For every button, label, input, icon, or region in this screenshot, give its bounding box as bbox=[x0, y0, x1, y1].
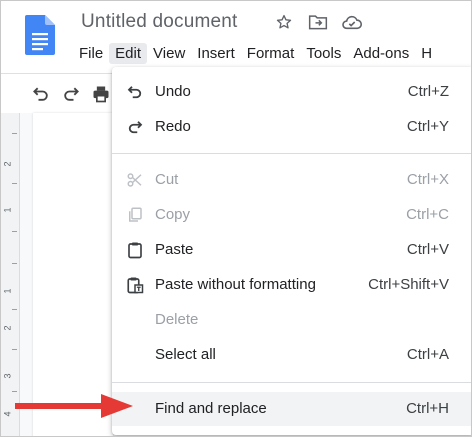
undo-icon bbox=[124, 81, 146, 103]
menu-item-undo[interactable]: Undo Ctrl+Z bbox=[112, 75, 471, 109]
menu-divider bbox=[112, 153, 471, 154]
menu-file[interactable]: File bbox=[73, 43, 109, 64]
menu-addons[interactable]: Add-ons bbox=[347, 43, 415, 64]
menu-bar: File Edit View Insert Format Tools Add-o… bbox=[73, 41, 438, 65]
ruler-label: 2 bbox=[2, 161, 13, 167]
menu-item-shortcut: Ctrl+Z bbox=[407, 83, 449, 100]
toolbar-redo-icon[interactable] bbox=[59, 82, 83, 106]
copy-icon bbox=[124, 204, 146, 226]
menu-item-label: Copy bbox=[155, 206, 191, 223]
docs-logo-icon[interactable] bbox=[25, 15, 55, 55]
menu-item-shortcut: Ctrl+H bbox=[406, 400, 449, 417]
menu-item-shortcut: Ctrl+A bbox=[406, 346, 449, 363]
star-icon[interactable] bbox=[273, 11, 295, 33]
red-arrow-icon bbox=[15, 394, 133, 418]
cloud-status-icon[interactable] bbox=[341, 11, 363, 33]
menu-help-partial[interactable]: H bbox=[415, 43, 438, 64]
menu-item-label: Find and replace bbox=[155, 400, 267, 417]
menu-item-label: Paste bbox=[155, 241, 194, 258]
ruler-tick bbox=[12, 263, 17, 264]
menu-item-label: Paste without formatting bbox=[155, 276, 316, 293]
document-page[interactable] bbox=[33, 113, 113, 436]
app-window: Untitled document File Edit View Insert … bbox=[0, 0, 472, 437]
menu-item-shortcut: Ctrl+Y bbox=[406, 118, 449, 135]
ruler-label: 3 bbox=[2, 373, 13, 379]
menu-item-shortcut: Ctrl+C bbox=[406, 206, 449, 223]
menu-item-label: Redo bbox=[155, 118, 191, 135]
menu-item-paste[interactable]: Paste Ctrl+V bbox=[112, 233, 471, 267]
ruler-tick bbox=[12, 349, 17, 350]
menu-tools[interactable]: Tools bbox=[300, 43, 347, 64]
menu-insert[interactable]: Insert bbox=[191, 43, 241, 64]
move-folder-icon[interactable] bbox=[307, 11, 329, 33]
ruler-label: 1 bbox=[2, 288, 13, 294]
menu-item-shortcut: Ctrl+X bbox=[406, 171, 449, 188]
ruler-label: 4 bbox=[2, 411, 13, 417]
vertical-ruler: 2 1 1 2 3 4 bbox=[1, 113, 20, 436]
edit-menu-dropdown: Undo Ctrl+Z Redo Ctrl+Y Cut Ctrl+X Copy … bbox=[112, 67, 471, 435]
menu-item-shortcut: Ctrl+Shift+V bbox=[368, 276, 449, 293]
ruler-tick bbox=[12, 183, 17, 184]
ruler-tick bbox=[12, 231, 17, 232]
menu-view[interactable]: View bbox=[147, 43, 191, 64]
menu-divider bbox=[112, 382, 471, 383]
scissors-icon bbox=[124, 169, 146, 191]
ruler-label: 2 bbox=[2, 325, 13, 331]
ruler-label: 1 bbox=[2, 207, 13, 213]
toolbar-print-icon[interactable] bbox=[89, 82, 113, 106]
menu-format[interactable]: Format bbox=[241, 43, 301, 64]
ruler-tick bbox=[12, 309, 17, 310]
redo-icon bbox=[124, 116, 146, 138]
menu-item-shortcut: Ctrl+V bbox=[406, 241, 449, 258]
menu-item-cut[interactable]: Cut Ctrl+X bbox=[112, 163, 471, 197]
menu-item-delete[interactable]: Delete bbox=[112, 303, 471, 337]
paste-plain-icon bbox=[124, 274, 146, 296]
document-title[interactable]: Untitled document bbox=[81, 11, 238, 33]
title-actions bbox=[273, 11, 363, 33]
ruler-tick bbox=[12, 133, 17, 134]
menu-edit[interactable]: Edit bbox=[109, 42, 148, 64]
menu-item-select-all[interactable]: Select all Ctrl+A bbox=[112, 338, 471, 372]
menu-item-redo[interactable]: Redo Ctrl+Y bbox=[112, 110, 471, 144]
menu-item-label: Delete bbox=[155, 311, 199, 328]
menu-item-copy[interactable]: Copy Ctrl+C bbox=[112, 198, 471, 232]
menu-item-label: Select all bbox=[155, 346, 216, 363]
clipboard-icon bbox=[124, 239, 146, 261]
toolbar-undo-icon[interactable] bbox=[29, 82, 53, 106]
menu-item-label: Undo bbox=[155, 83, 191, 100]
menu-item-paste-without-formatting[interactable]: Paste without formatting Ctrl+Shift+V bbox=[112, 268, 471, 302]
menu-item-find-and-replace[interactable]: Find and replace Ctrl+H bbox=[112, 392, 471, 426]
menu-item-label: Cut bbox=[155, 171, 179, 188]
